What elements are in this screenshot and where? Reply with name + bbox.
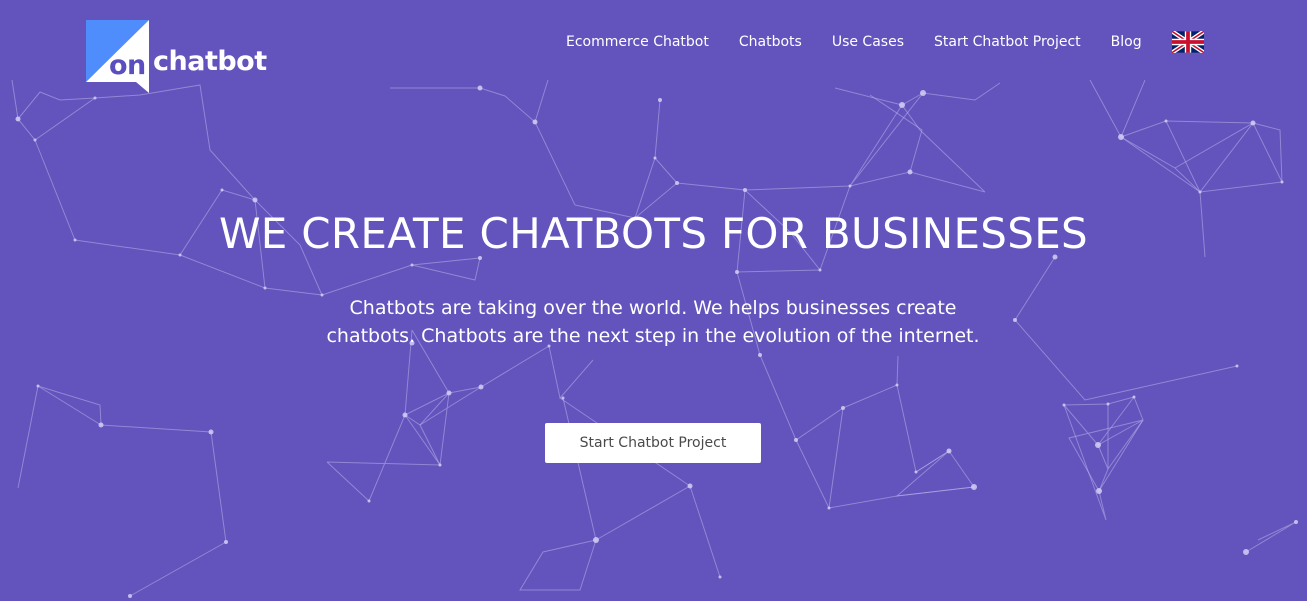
main-nav: Ecommerce Chatbot Chatbots Use Cases Sta… (566, 31, 1204, 53)
start-chatbot-project-button[interactable]: Start Chatbot Project (545, 423, 761, 463)
uk-flag-icon[interactable] (1171, 31, 1204, 53)
nav-ecommerce-chatbot[interactable]: Ecommerce Chatbot (566, 32, 709, 52)
nav-start-chatbot-project[interactable]: Start Chatbot Project (934, 32, 1081, 52)
logo-text-chatbot: chatbot (153, 46, 267, 77)
hero-subtitle: Chatbots are taking over the world. We h… (326, 297, 980, 347)
site-logo[interactable]: on chatbot (86, 20, 276, 94)
nav-blog[interactable]: Blog (1111, 32, 1142, 52)
hero-title: WE CREATE CHATBOTS FOR BUSINESSES (218, 209, 1089, 258)
nav-use-cases[interactable]: Use Cases (832, 32, 904, 52)
logo-text-on: on (109, 50, 146, 81)
page: on chatbot Ecommerce Chatbot Chatbots Us… (0, 0, 1307, 601)
nav-chatbots[interactable]: Chatbots (739, 32, 802, 52)
site-header: on chatbot Ecommerce Chatbot Chatbots Us… (0, 0, 1307, 93)
